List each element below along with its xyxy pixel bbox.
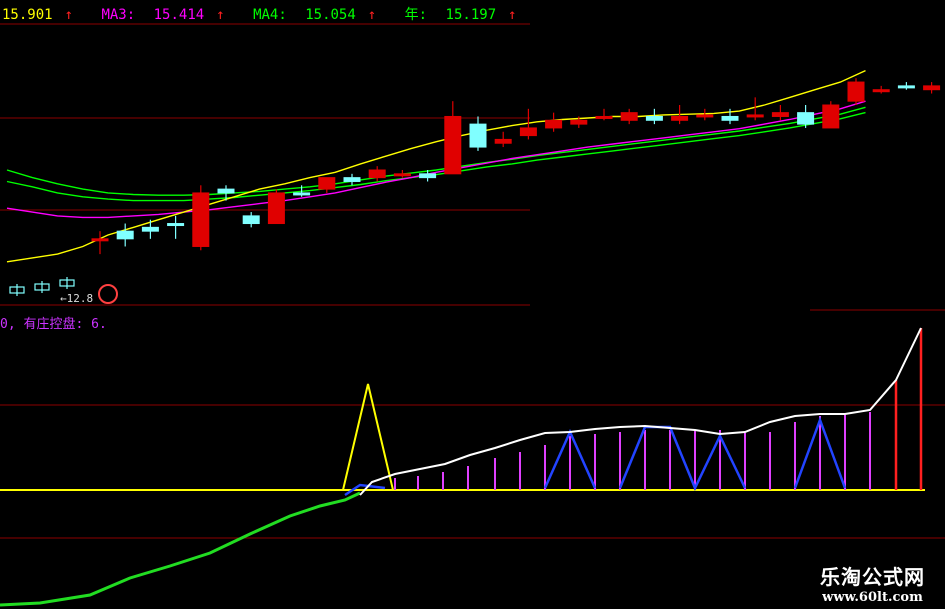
candle-body [771, 112, 789, 117]
candle-body [167, 223, 185, 227]
candle-body [267, 192, 285, 225]
candle-body [494, 138, 512, 144]
candle [318, 177, 336, 193]
candle [91, 231, 109, 255]
ma4-legend: MA4: 15.054 ↑ [253, 7, 377, 23]
candle-body [393, 173, 411, 177]
ma3-legend: MA3: 15.414 ↑ [101, 7, 225, 23]
candle [847, 78, 865, 105]
control-indicator-text: 0, 有庄控盘: 6. [0, 317, 107, 332]
candle-body [822, 104, 840, 129]
grid-lines [0, 23, 945, 539]
candle [923, 82, 941, 94]
candle-body [595, 115, 613, 119]
candle-body [343, 177, 361, 182]
candle-body [444, 115, 462, 175]
candle [242, 212, 260, 228]
candle-body [293, 192, 311, 196]
sub-blue-zigzag [618, 425, 747, 492]
watermark: 乐淘公式网 www.60lt.com [820, 561, 925, 605]
candle [469, 116, 487, 151]
candle [368, 166, 386, 182]
candle-body [91, 238, 109, 242]
candle-body [746, 114, 764, 118]
candle [645, 108, 663, 125]
candle-body [620, 112, 638, 121]
candle [116, 223, 134, 247]
year-ma-legend: 年: 15.197 ↑ [404, 7, 517, 23]
candle-body [847, 81, 865, 102]
chart-canvas [0, 23, 945, 607]
candle [797, 105, 815, 128]
candle [620, 108, 638, 125]
candle [897, 82, 915, 90]
candle [545, 112, 563, 132]
watermark-name: 乐淘公式网 [820, 565, 925, 589]
moving-average-lines [6, 69, 866, 263]
candle-body [419, 173, 437, 179]
candle-body [242, 215, 260, 225]
watermark-url: www.60lt.com [822, 590, 923, 605]
signal-marker-icon [98, 284, 118, 304]
candle-body [696, 114, 714, 118]
candle [822, 101, 840, 129]
ma2-legend: 15.901 ↑ [2, 7, 74, 23]
candle-body [671, 115, 689, 121]
candle-body [519, 127, 537, 137]
candle-body [797, 112, 815, 125]
candle-body [368, 169, 386, 179]
candle [192, 185, 210, 251]
candle-body [217, 188, 235, 194]
candle [696, 108, 714, 121]
stock-chart-window: 15.901 ↑ MA3: 15.414 ↑ MA4: 15.054 ↑ 年: 15.… [0, 0, 945, 609]
candle [141, 219, 159, 239]
sub-green-line [0, 491, 361, 607]
ma-green-line-2 [6, 111, 866, 202]
candle-body [872, 89, 890, 93]
candle-body [469, 123, 487, 148]
candle-body [545, 119, 563, 129]
candle-body [141, 226, 159, 232]
candle-body [923, 85, 941, 91]
candle-body [570, 119, 588, 125]
candle [267, 189, 285, 225]
candle [872, 85, 890, 94]
candle [494, 131, 512, 148]
ma-yellow-line [6, 69, 866, 263]
candle [444, 101, 462, 175]
candle-body [318, 177, 336, 190]
sub-indicator-panel [0, 277, 925, 607]
candle [771, 105, 789, 121]
candle [595, 108, 613, 121]
candle-body [645, 115, 663, 121]
ma-legend: 15.901 ↑ MA3: 15.414 ↑ MA4: 15.054 ↑ 年: 15.… [2, 4, 537, 24]
candle [393, 170, 411, 178]
sub-white-line [359, 327, 922, 496]
candle [167, 215, 185, 239]
low-price-marker: ←12.8 [60, 292, 94, 305]
candle-body [192, 192, 210, 247]
sub-yellow-spike [342, 383, 394, 491]
candle-body [897, 85, 915, 89]
candle-body [116, 230, 134, 240]
candle-body [721, 115, 739, 121]
candle [343, 173, 361, 186]
